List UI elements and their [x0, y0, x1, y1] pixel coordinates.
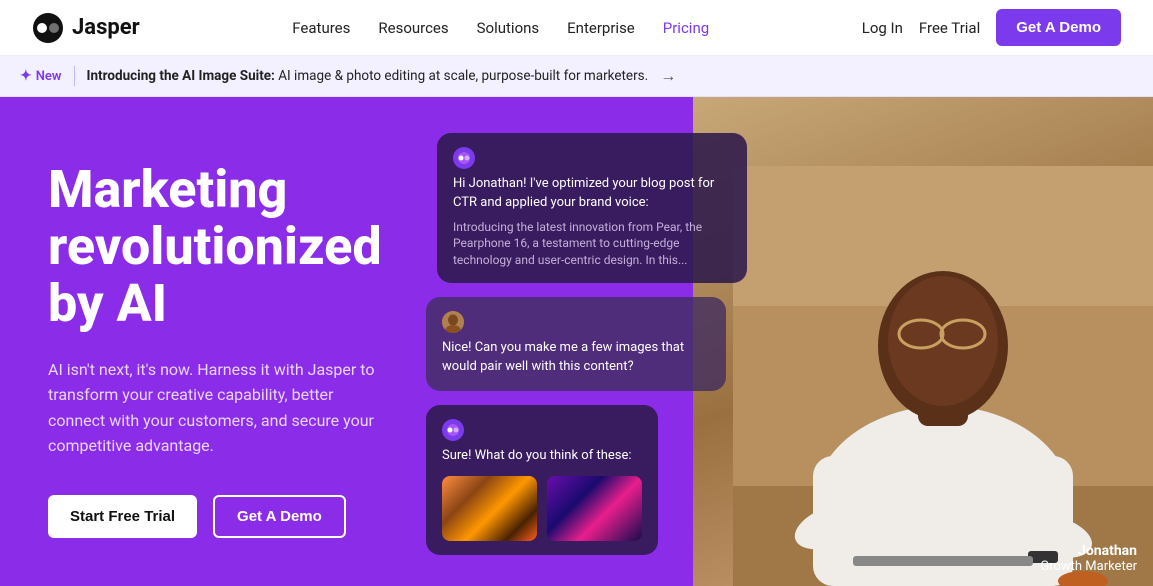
person-svg — [733, 166, 1153, 586]
bubble-3-body: Sure! What do you think of these: — [442, 447, 642, 466]
hero-title-line2: revolutionized by AI — [48, 216, 382, 334]
person-name: Jonathan — [1040, 543, 1137, 559]
ai-icon-2-svg — [446, 423, 460, 437]
nav-actions: Log In Free Trial Get A Demo — [862, 9, 1121, 46]
free-trial-link[interactable]: Free Trial — [919, 19, 980, 37]
chat-bubble-1: Hi Jonathan! I've optimized your blog po… — [437, 133, 747, 283]
nav-pricing[interactable]: Pricing — [663, 19, 709, 37]
bubble-1-subtext: Introducing the latest innovation from P… — [453, 219, 731, 269]
nav-enterprise[interactable]: Enterprise — [567, 19, 635, 37]
person-role: Growth Marketer — [1040, 559, 1137, 574]
person-photo: Jonathan Growth Marketer — [733, 166, 1153, 586]
announcement-divider — [74, 66, 75, 86]
navbar: Jasper Features Resources Solutions Ente… — [0, 0, 1153, 56]
hero-subtitle: AI isn't next, it's now. Harness it with… — [48, 357, 392, 459]
brand-name: Jasper — [72, 15, 140, 40]
user-avatar — [442, 311, 464, 333]
get-demo-button[interactable]: Get A Demo — [996, 9, 1121, 46]
hero-right: Jonathan Growth Marketer — [440, 97, 1153, 586]
ai-icon-svg — [457, 151, 471, 165]
bubble-images — [442, 476, 642, 541]
generated-image-2 — [547, 476, 642, 541]
bubble-2-body: Nice! Can you make me a few images that … — [442, 339, 710, 377]
nav-links: Features Resources Solutions Enterprise … — [292, 19, 709, 37]
announcement-bar: ✦ New Introducing the AI Image Suite: AI… — [0, 56, 1153, 97]
chat-bubble-2: Nice! Can you make me a few images that … — [426, 297, 726, 391]
hero-title-line1: Marketing — [48, 159, 287, 220]
jasper-ai-icon-2 — [442, 419, 464, 441]
nav-resources[interactable]: Resources — [378, 19, 448, 37]
hero-buttons: Start Free Trial Get A Demo — [48, 495, 392, 538]
nav-solutions[interactable]: Solutions — [477, 19, 540, 37]
announcement-rest: AI image & photo editing at scale, purpo… — [278, 68, 648, 84]
hero-title: Marketing revolutionized by AI — [48, 161, 392, 333]
hero-right-inner: Jonathan Growth Marketer — [440, 97, 1153, 586]
star-icon: ✦ — [20, 68, 32, 84]
chat-bubble-3: Sure! What do you think of these: — [426, 405, 658, 555]
nav-features[interactable]: Features — [292, 19, 350, 37]
announcement-bold: Introducing the AI Image Suite: — [87, 68, 275, 84]
jasper-logo-icon — [32, 12, 64, 44]
announcement-new-label: New — [36, 69, 62, 84]
hero-left: Marketing revolutionized by AI AI isn't … — [0, 97, 440, 586]
bubble-3-header — [442, 419, 642, 441]
bubble-1-body: Hi Jonathan! I've optimized your blog po… — [453, 175, 731, 213]
start-free-trial-button[interactable]: Start Free Trial — [48, 495, 197, 538]
jasper-ai-icon — [453, 147, 475, 169]
login-link[interactable]: Log In — [862, 19, 903, 37]
generated-image-1 — [442, 476, 537, 541]
announcement-text[interactable]: Introducing the AI Image Suite: AI image… — [87, 68, 649, 84]
announcement-badge: ✦ New — [20, 68, 62, 84]
bubble-1-header — [453, 147, 731, 169]
person-label: Jonathan Growth Marketer — [1040, 543, 1137, 574]
person-silhouette — [733, 166, 1153, 586]
user-avatar-svg — [442, 311, 464, 333]
announcement-arrow[interactable]: → — [660, 66, 676, 86]
bubble-2-header — [442, 311, 710, 333]
hero-section: Marketing revolutionized by AI AI isn't … — [0, 97, 1153, 586]
logo[interactable]: Jasper — [32, 12, 140, 44]
chat-area: Hi Jonathan! I've optimized your blog po… — [410, 117, 763, 555]
hero-get-demo-button[interactable]: Get A Demo — [213, 495, 346, 538]
